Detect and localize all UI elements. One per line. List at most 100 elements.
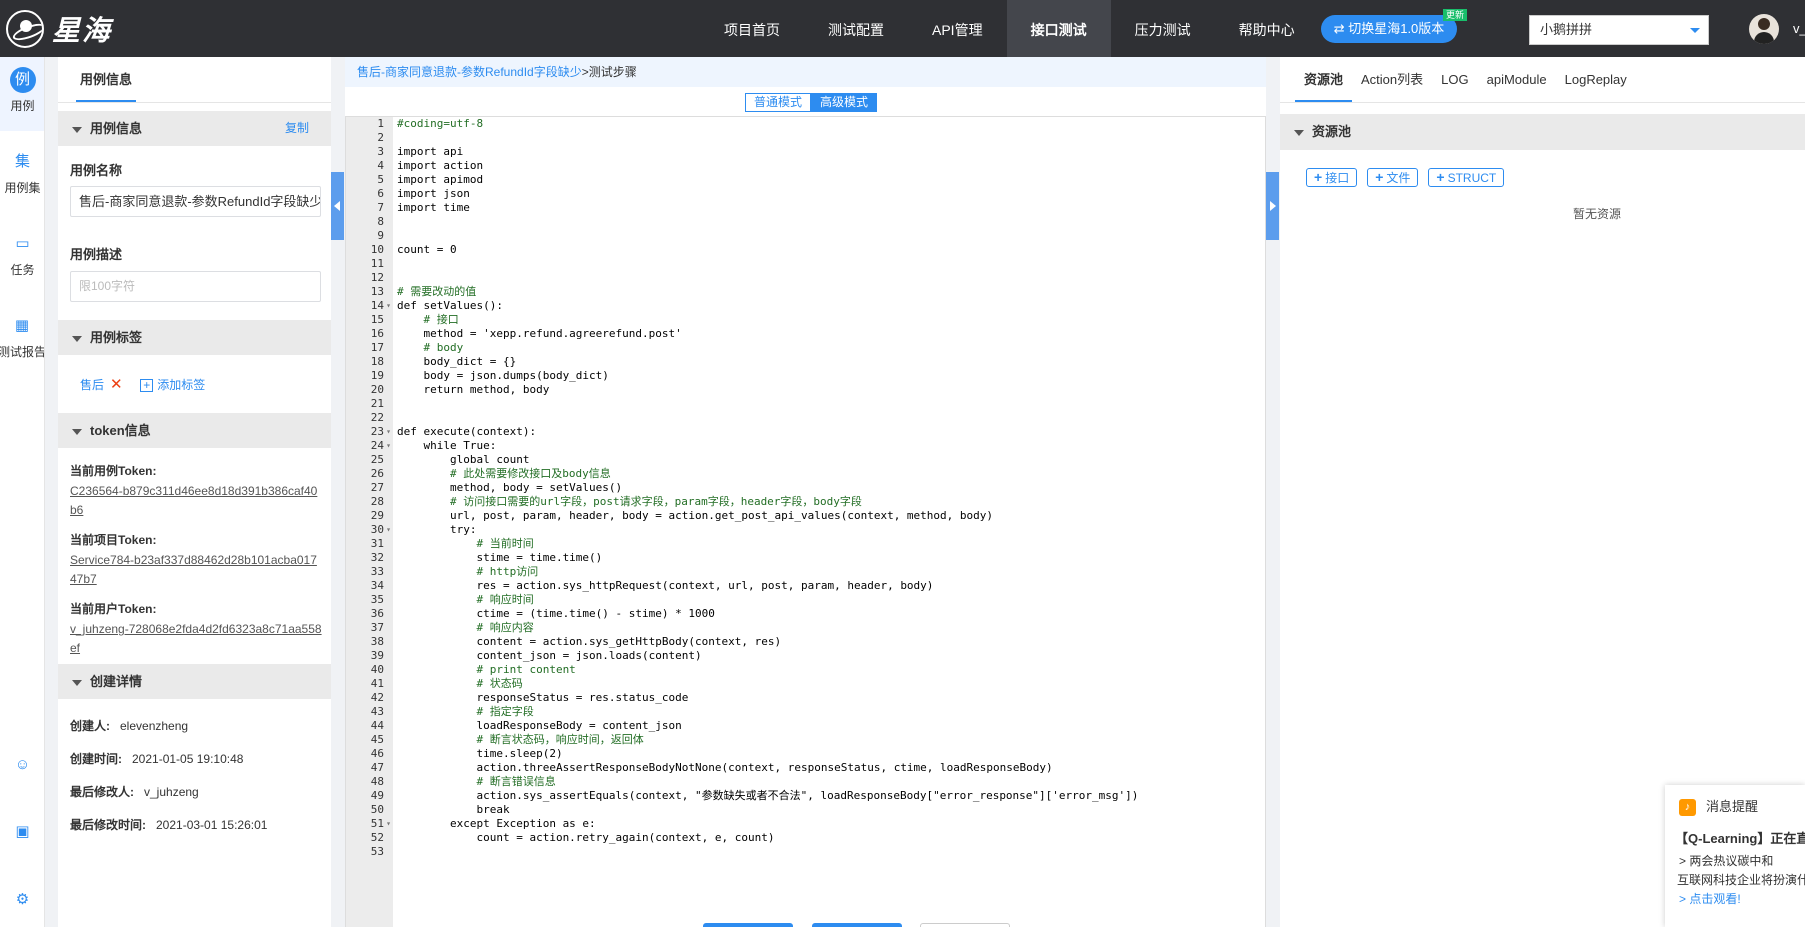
breadcrumb-case-link[interactable]: 售后-商家同意退款-参数RefundId字段缺少 xyxy=(357,65,582,79)
message-notification[interactable]: ♪ 消息提醒 【Q-Learning】正在直 > 两会热议碳中和 互联网科技企业将… xyxy=(1665,785,1805,927)
case-token-value[interactable]: C236564-b879c311d46ee8d18d391b386caf40b6 xyxy=(58,482,331,520)
user-name[interactable]: v_ xyxy=(1793,21,1805,36)
code-text[interactable] xyxy=(393,215,397,229)
code-text[interactable]: return method, body xyxy=(393,383,549,397)
code-text[interactable]: # 当前时间 xyxy=(393,537,533,551)
tab-action-list[interactable]: Action列表 xyxy=(1352,57,1432,102)
rail-item-support[interactable]: ☺ xyxy=(0,752,44,778)
code-text[interactable]: action.sys_assertEquals(context, "参数缺失或者… xyxy=(393,789,1138,803)
tab-log[interactable]: LOG xyxy=(1432,57,1477,102)
collapse-right-panel-handle[interactable] xyxy=(1266,172,1279,240)
save-button[interactable] xyxy=(812,923,902,927)
code-text[interactable]: ctime = (time.time() - stime) * 1000 xyxy=(393,607,714,621)
nav-interface-test[interactable]: 接口测试 xyxy=(1006,0,1111,57)
code-text[interactable]: res = action.sys_httpRequest(context, ur… xyxy=(393,579,933,593)
rail-item-task[interactable]: ▭ 任务 xyxy=(0,231,44,278)
fold-arrow-icon[interactable]: ▾ xyxy=(384,425,393,439)
section-case-info[interactable]: 用例信息 复制 xyxy=(58,111,331,146)
tab-case-info[interactable]: 用例信息 xyxy=(58,57,331,103)
code-text[interactable]: url, post, param, header, body = action.… xyxy=(393,509,993,523)
nav-test-config[interactable]: 测试配置 xyxy=(804,0,908,57)
user-token-value[interactable]: v_juhzeng-728068e2fda4d2fd6323a8c71aa558… xyxy=(58,620,331,658)
code-text[interactable] xyxy=(393,257,397,271)
project-select[interactable]: 小鹅拼拼 xyxy=(1529,15,1709,45)
code-text[interactable]: # 需要改动的值 xyxy=(393,285,476,299)
tab-api-module[interactable]: apiModule xyxy=(1478,57,1556,102)
add-tag-button[interactable]: + 添加标签 xyxy=(140,376,205,393)
code-text[interactable]: # print content xyxy=(393,663,575,677)
code-text[interactable]: # 响应时间 xyxy=(393,593,533,607)
code-text[interactable]: loadResponseBody = content_json xyxy=(393,719,681,733)
section-create-details[interactable]: 创建详情 xyxy=(58,664,331,699)
project-token-value[interactable]: Service784-b23af337d88462d28b101acba0174… xyxy=(58,551,331,589)
nav-stress-test[interactable]: 压力测试 xyxy=(1111,0,1215,57)
code-text[interactable] xyxy=(393,411,397,425)
app-logo[interactable]: 星海 xyxy=(6,10,112,48)
code-text[interactable]: # 断言错误信息 xyxy=(393,775,555,789)
section-resource-pool[interactable]: 资源池 xyxy=(1280,114,1805,150)
code-text[interactable]: # 断言状态码，响应时间，返回体 xyxy=(393,733,643,747)
code-text[interactable]: # body xyxy=(393,341,463,355)
nav-api-manage[interactable]: API管理 xyxy=(908,0,1007,57)
code-text[interactable]: # 响应内容 xyxy=(393,621,533,635)
case-desc-input[interactable]: 限100字符 xyxy=(70,271,321,302)
cancel-button[interactable] xyxy=(920,923,1010,927)
section-case-tags[interactable]: 用例标签 xyxy=(58,320,331,355)
advanced-mode-button[interactable]: 高级模式 xyxy=(811,93,878,112)
tab-resource-pool[interactable]: 资源池 xyxy=(1295,57,1353,102)
rail-item-case-set[interactable]: 集 用例集 xyxy=(0,149,44,196)
code-text[interactable] xyxy=(393,845,397,859)
code-text[interactable]: import json xyxy=(393,187,470,201)
add-struct-button[interactable]: + STRUCT xyxy=(1428,168,1505,187)
code-text[interactable] xyxy=(393,397,397,411)
code-text[interactable]: # 接口 xyxy=(393,313,458,327)
code-text[interactable]: while True: xyxy=(393,439,496,453)
code-text[interactable] xyxy=(393,229,397,243)
add-file-button[interactable]: + 文件 xyxy=(1367,168,1419,187)
tab-log-replay[interactable]: LogReplay xyxy=(1556,57,1636,102)
code-editor[interactable]: 1 #coding=utf-8 2 3 import api 4 import action… xyxy=(345,116,1266,927)
code-text[interactable]: break xyxy=(393,803,509,817)
code-text[interactable]: count = 0 xyxy=(393,243,457,257)
user-avatar[interactable] xyxy=(1749,14,1779,44)
add-interface-button[interactable]: + 接口 xyxy=(1306,168,1358,187)
watch-now-link[interactable]: > 点击观看! xyxy=(1679,890,1741,907)
code-text[interactable]: # 此处需要修改接口及body信息 xyxy=(393,467,611,481)
code-text[interactable]: import api xyxy=(393,145,463,159)
code-text[interactable] xyxy=(393,271,397,285)
collapse-left-panel-handle[interactable] xyxy=(331,172,344,240)
code-text[interactable]: import apimod xyxy=(393,173,483,187)
case-name-input[interactable]: 售后-商家同意退款-参数RefundId字段缺少 xyxy=(70,186,321,217)
code-text[interactable] xyxy=(393,131,397,145)
fold-arrow-icon[interactable]: ▾ xyxy=(384,523,393,537)
code-text[interactable]: def setValues(): xyxy=(393,299,503,313)
code-text[interactable]: except Exception as e: xyxy=(393,817,596,831)
code-text[interactable]: def execute(context): xyxy=(393,425,536,439)
code-text[interactable]: body_dict = {} xyxy=(393,355,516,369)
code-text[interactable]: import action xyxy=(393,159,483,173)
rail-item-settings[interactable]: ⚙ xyxy=(0,887,44,913)
code-text[interactable]: import time xyxy=(393,201,470,215)
nav-help-center[interactable]: 帮助中心 xyxy=(1215,0,1319,57)
code-text[interactable]: count = action.retry_again(context, e, c… xyxy=(393,831,774,845)
code-text[interactable]: time.sleep(2) xyxy=(393,747,562,761)
code-text[interactable]: try: xyxy=(393,523,477,537)
run-button[interactable] xyxy=(703,923,793,927)
rail-item-tools[interactable]: ▣ xyxy=(0,819,44,845)
code-text[interactable]: # 状态码 xyxy=(393,677,522,691)
code-text[interactable]: method = 'xepp.refund.agreerefund.post' xyxy=(393,327,681,341)
code-text[interactable]: # 访问接口需要的url字段，post请求字段，param字段，header字段… xyxy=(393,495,862,509)
rail-item-report[interactable]: ▦ 测试报告 xyxy=(0,313,44,360)
code-text[interactable]: action.threeAssertResponseBodyNotNone(co… xyxy=(393,761,1052,775)
fold-arrow-icon[interactable]: ▾ xyxy=(384,299,393,313)
code-text[interactable]: # http访问 xyxy=(393,565,538,579)
section-token-info[interactable]: token信息 xyxy=(58,413,331,448)
code-text[interactable]: content_json = json.loads(content) xyxy=(393,649,701,663)
fold-arrow-icon[interactable]: ▾ xyxy=(384,439,393,453)
code-text[interactable]: #coding=utf-8 xyxy=(393,117,483,131)
normal-mode-button[interactable]: 普通模式 xyxy=(745,93,812,112)
code-text[interactable]: method, body = setValues() xyxy=(393,481,622,495)
close-icon[interactable]: ✕ xyxy=(110,376,123,393)
code-text[interactable]: global count xyxy=(393,453,529,467)
switch-version-button[interactable]: ⇄ 切换星海1.0版本 xyxy=(1321,15,1457,43)
